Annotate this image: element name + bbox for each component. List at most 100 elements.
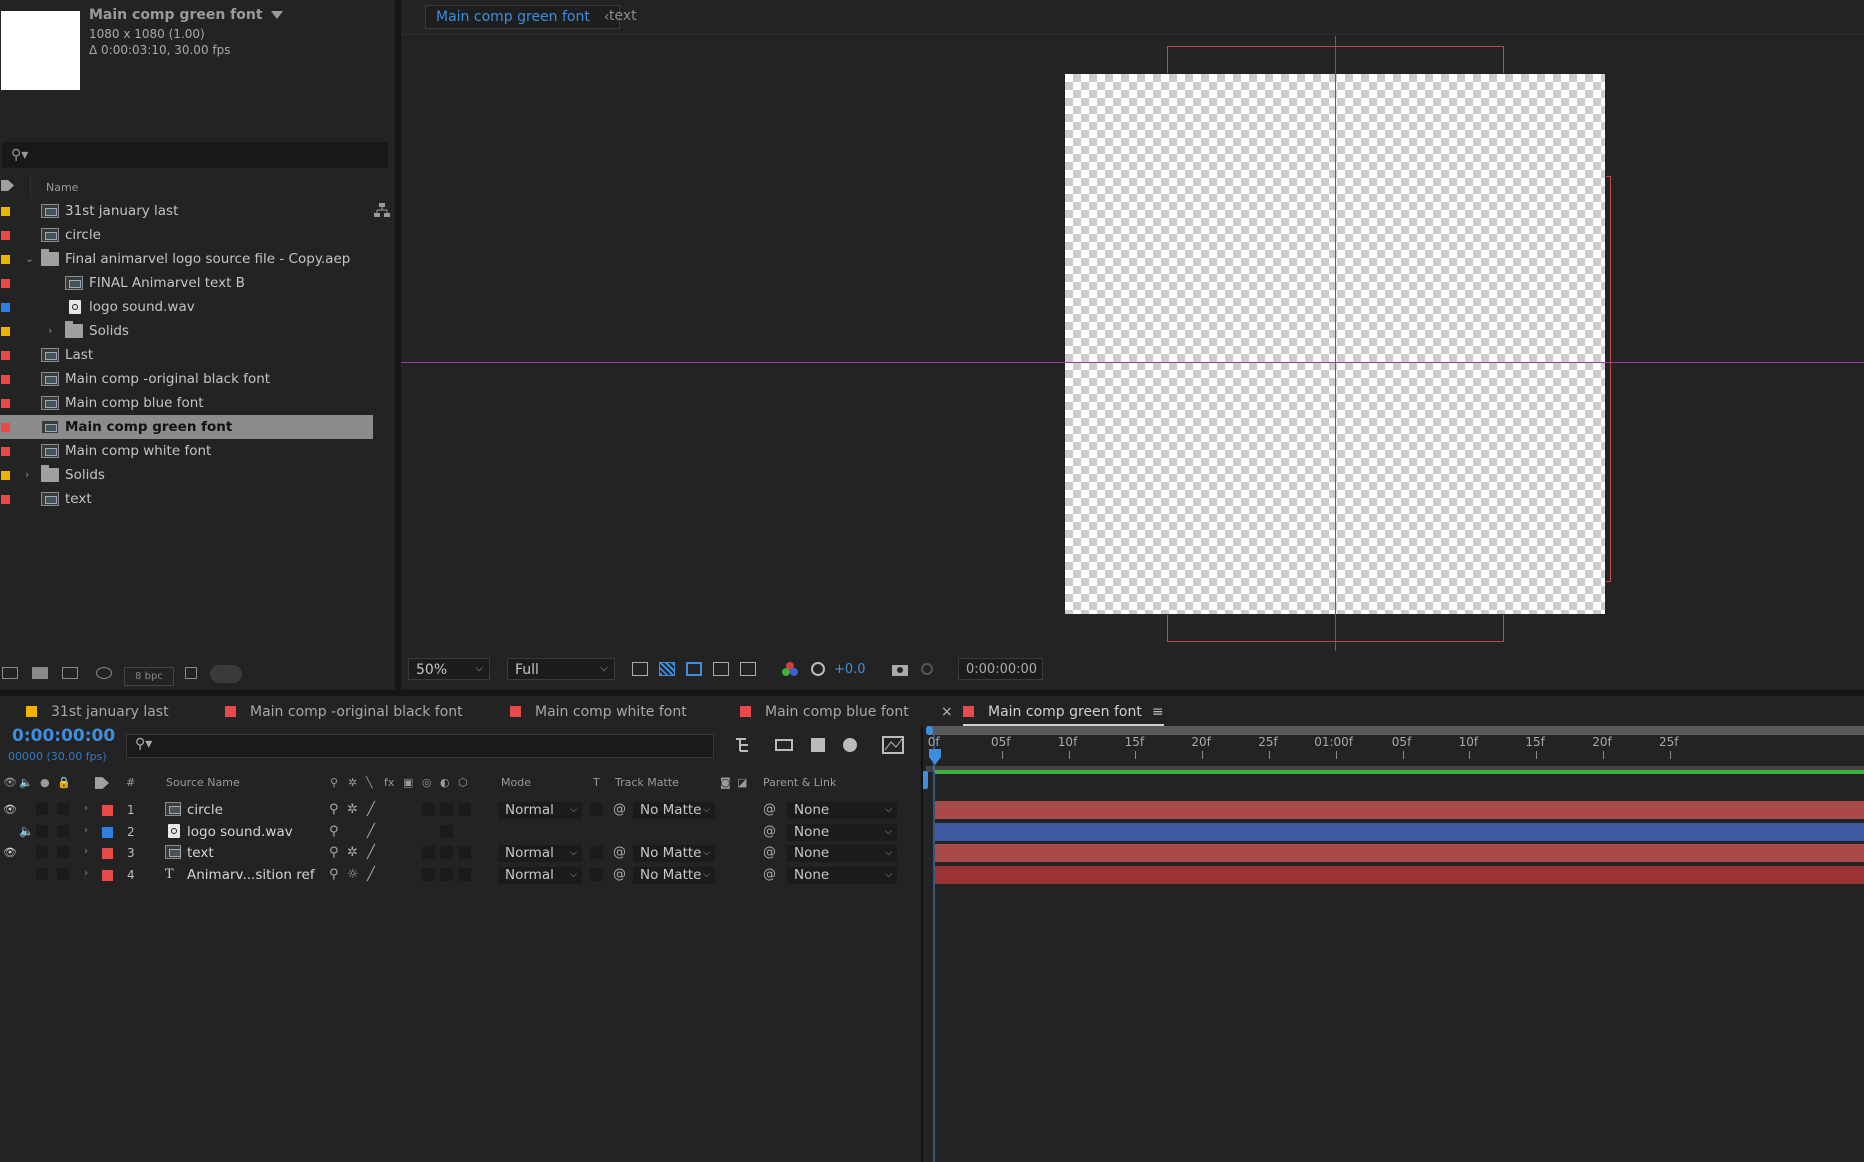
matte-pickwhip-icon[interactable]: @ xyxy=(613,845,626,860)
caret-down-icon[interactable] xyxy=(270,11,283,19)
motion-blur-icon[interactable] xyxy=(840,736,860,754)
label-color-swatch[interactable] xyxy=(1,375,10,384)
current-time-indicator[interactable] xyxy=(933,735,935,1162)
matte-pickwhip-icon[interactable]: @ xyxy=(613,867,626,882)
solo-toggle[interactable] xyxy=(36,846,48,858)
name-column-header[interactable]: Name xyxy=(46,181,78,194)
solo-toggle[interactable] xyxy=(36,824,48,837)
project-item[interactable]: 31st january last xyxy=(0,199,373,223)
layer-label-color[interactable] xyxy=(102,848,113,859)
lock-toggle[interactable] xyxy=(57,824,69,837)
frame-blending-icon[interactable] xyxy=(808,736,828,754)
parent-pickwhip-icon[interactable]: @ xyxy=(763,824,776,839)
flowchart-icon[interactable] xyxy=(374,202,390,218)
parent-dropdown[interactable]: None ⌵ xyxy=(787,845,897,862)
solo-icon[interactable]: ● xyxy=(40,776,50,789)
vertical-guide[interactable] xyxy=(1335,36,1336,651)
layer-switch-box[interactable] xyxy=(440,803,453,816)
graph-editor-icon[interactable] xyxy=(882,736,904,754)
video-visibility-icon[interactable]: 👁 xyxy=(3,776,17,789)
project-item[interactable]: FINAL Animarvel text B xyxy=(0,271,373,295)
layer-name[interactable]: Animarv...sition ref xyxy=(187,867,315,883)
layer-duration-bar[interactable] xyxy=(935,801,1864,819)
transparency-grid-icon[interactable] xyxy=(659,662,675,676)
timeline-tab[interactable]: 31st january last xyxy=(26,700,169,724)
audio-icon[interactable]: 🔈 xyxy=(19,776,33,789)
resolution-dropdown[interactable]: Full ⌵ xyxy=(507,658,615,680)
preserve-transparency-toggle[interactable] xyxy=(590,867,603,881)
project-item[interactable]: › Solids xyxy=(0,319,373,343)
toggle-switch[interactable] xyxy=(210,665,242,683)
lock-toggle[interactable] xyxy=(57,846,69,858)
project-item[interactable]: logo sound.wav xyxy=(0,295,373,319)
channel-icon[interactable] xyxy=(782,662,798,676)
quality-switch-icon[interactable]: ╱ xyxy=(367,867,375,882)
matte-icon[interactable]: ◙ xyxy=(720,776,731,789)
adjustment-layer-switch-icon[interactable]: ◐ xyxy=(440,776,450,789)
zoom-dropdown[interactable]: 50% ⌵ xyxy=(408,658,490,680)
collapse-switch-icon[interactable]: ✲ xyxy=(347,845,358,860)
video-visibility-icon[interactable]: 👁 xyxy=(3,803,17,816)
playhead-icon[interactable] xyxy=(928,749,942,767)
shy-switch-icon[interactable]: ⚲ xyxy=(329,845,339,860)
layer-switch-box[interactable] xyxy=(458,867,471,881)
project-item[interactable]: ⌄ Final animarvel logo source file - Copy… xyxy=(0,247,373,271)
parent-pickwhip-icon[interactable]: @ xyxy=(763,802,776,817)
lock-toggle[interactable] xyxy=(57,803,69,815)
quality-switch-icon[interactable]: ╱ xyxy=(367,824,375,839)
viewer-tab-text[interactable]: text xyxy=(599,5,647,27)
layer-row[interactable]: 👁 › 1 circle ⚲ ✲ ╱ Normal ⌵ @ No Matte ⌵ @ None ⌵ xyxy=(0,800,922,821)
collapsed-twirl-icon[interactable]: › xyxy=(25,468,29,481)
matte-invert-icon[interactable]: ◪ xyxy=(737,776,747,789)
label-tag-icon[interactable] xyxy=(95,777,109,789)
exposure-value[interactable]: +0.0 xyxy=(834,662,866,677)
label-color-swatch[interactable] xyxy=(1,447,10,456)
quality-switch-icon[interactable]: ╱ xyxy=(367,802,375,817)
snapshot-camera-icon[interactable] xyxy=(892,662,908,676)
video-visibility-icon[interactable]: 👁 xyxy=(3,846,17,859)
matte-pickwhip-icon[interactable]: @ xyxy=(613,802,626,817)
lock-toggle[interactable] xyxy=(57,867,69,880)
work-area-bar[interactable] xyxy=(927,726,1864,735)
label-color-swatch[interactable] xyxy=(1,423,10,432)
blend-mode-dropdown[interactable]: Normal ⌵ xyxy=(498,866,582,884)
layer-label-color[interactable] xyxy=(102,826,113,838)
grid-guides-icon[interactable] xyxy=(740,662,756,676)
track-matte-dropdown[interactable]: No Matte ⌵ xyxy=(633,845,715,862)
horizontal-guide[interactable] xyxy=(401,362,1864,363)
draft-3d-icon[interactable] xyxy=(774,736,794,754)
reset-exposure-icon[interactable] xyxy=(810,662,826,676)
layer-switch-box[interactable] xyxy=(422,803,435,816)
shy-switch-icon[interactable]: ⚲ xyxy=(329,802,339,817)
track-matte-column-header[interactable]: Track Matte xyxy=(615,776,679,789)
parent-dropdown[interactable]: None ⌵ xyxy=(787,802,897,819)
layer-name[interactable]: text xyxy=(187,845,214,861)
layer-switch-box[interactable] xyxy=(422,867,435,881)
viewer-timecode[interactable]: 0:00:00:00 xyxy=(958,658,1043,680)
new-composition-icon[interactable] xyxy=(62,667,78,679)
interpret-footage-icon[interactable] xyxy=(2,667,18,679)
label-color-swatch[interactable] xyxy=(1,327,10,336)
layer-switch-box[interactable] xyxy=(458,846,471,859)
panel-menu-icon[interactable]: ≡ xyxy=(1152,704,1164,720)
layer-label-color[interactable] xyxy=(102,869,113,881)
track-matte-dropdown[interactable]: No Matte ⌵ xyxy=(633,802,715,819)
layer-switch-box[interactable] xyxy=(440,846,453,859)
source-name-column-header[interactable]: Source Name xyxy=(166,776,240,789)
layer-switch-box[interactable] xyxy=(440,867,453,881)
effects-switch-icon[interactable]: fx xyxy=(384,776,394,789)
label-color-swatch[interactable] xyxy=(1,279,10,288)
timeline-tab[interactable]: Main comp white font xyxy=(510,700,687,724)
layer-name[interactable]: circle xyxy=(187,802,223,818)
parent-dropdown[interactable]: None ⌵ xyxy=(787,866,897,884)
parent-pickwhip-icon[interactable]: @ xyxy=(763,845,776,860)
layer-twirl-icon[interactable]: › xyxy=(84,803,88,814)
trash-icon[interactable] xyxy=(185,667,197,679)
solo-toggle[interactable] xyxy=(36,867,48,880)
project-item[interactable]: Main comp green font xyxy=(0,415,373,439)
preserve-transparency-toggle[interactable] xyxy=(590,846,603,859)
project-item[interactable]: Main comp blue font xyxy=(0,391,373,415)
current-time-display[interactable]: 0:00:00:00 xyxy=(12,726,115,746)
blend-mode-dropdown[interactable]: Normal ⌵ xyxy=(498,802,582,819)
layer-name[interactable]: logo sound.wav xyxy=(187,824,293,840)
